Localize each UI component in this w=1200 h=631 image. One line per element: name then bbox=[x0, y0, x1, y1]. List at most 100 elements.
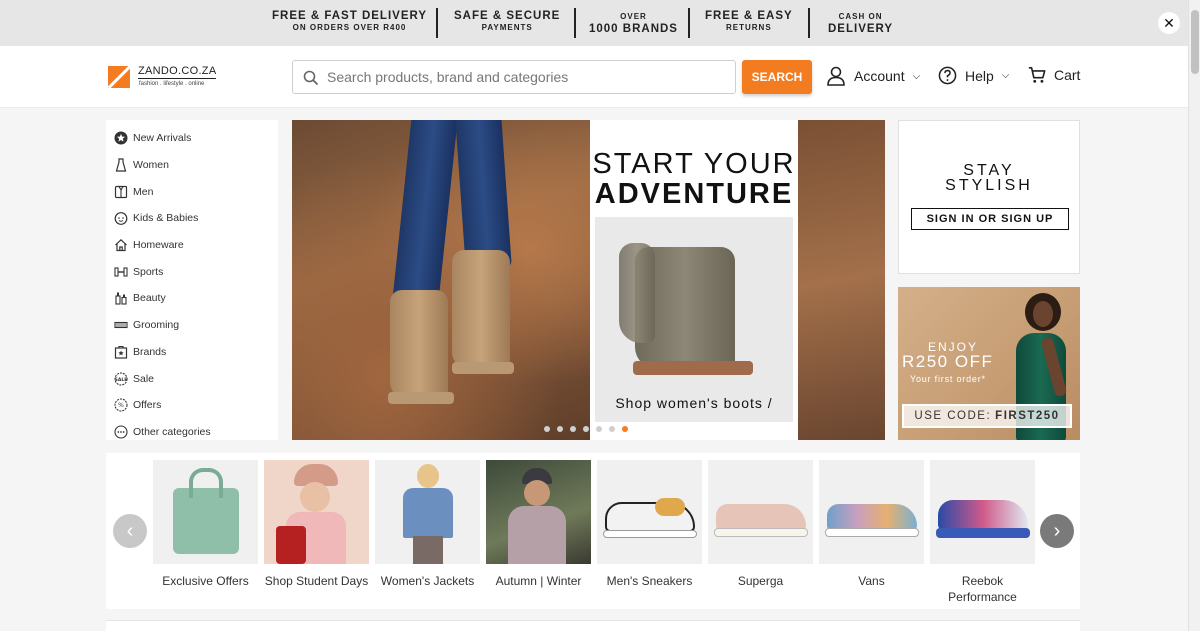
handbag-handle bbox=[189, 468, 223, 498]
category-label: Superga bbox=[737, 574, 784, 588]
category-tile[interactable]: Exclusive Offers bbox=[153, 460, 258, 589]
promo-separator bbox=[436, 8, 438, 38]
promo-separator bbox=[808, 8, 810, 38]
sidebar-item-beauty[interactable]: Beauty bbox=[106, 285, 278, 312]
carousel-dot[interactable] bbox=[596, 426, 602, 432]
hero-cta-link[interactable]: Shop women's boots / bbox=[590, 395, 798, 411]
hero-jeans-right bbox=[454, 120, 512, 272]
sidebar-item-label: Sale bbox=[133, 372, 155, 385]
stay-stylish-title: STAY STYLISH bbox=[899, 163, 1079, 194]
svg-text:SALE: SALE bbox=[115, 377, 128, 383]
category-image-student bbox=[264, 460, 369, 564]
carousel-dot[interactable] bbox=[609, 426, 615, 432]
carousel-dots bbox=[544, 426, 628, 432]
baby-face-icon bbox=[114, 211, 128, 226]
scrollbar-thumb[interactable] bbox=[1191, 10, 1199, 74]
search-input[interactable] bbox=[327, 67, 727, 87]
hero-jeans-left bbox=[391, 120, 459, 312]
dumbbell-icon bbox=[114, 265, 128, 279]
promo-bar: FREE & FAST DELIVERY ON ORDERS OVER R400… bbox=[0, 0, 1188, 46]
stay-stylish-card: STAY STYLISH SIGN IN OR SIGN UP bbox=[898, 120, 1080, 274]
model-face bbox=[524, 480, 550, 506]
carousel-prev-button[interactable]: ‹ bbox=[113, 514, 147, 548]
carousel-dot[interactable] bbox=[622, 426, 628, 432]
sidebar-item-brands[interactable]: Brands bbox=[106, 339, 278, 366]
sidebar-item-label: Brands bbox=[133, 345, 167, 358]
razor-icon bbox=[114, 318, 128, 332]
next-section-edge bbox=[106, 620, 1080, 631]
help-menu[interactable]: Help ⌵ bbox=[938, 66, 1009, 85]
sidebar-item-label: New Arrivals bbox=[133, 132, 192, 145]
sidebar-item-label: Homeware bbox=[133, 239, 184, 252]
category-tile[interactable]: Autumn | Winter bbox=[486, 460, 591, 589]
category-label: Reebok Performance bbox=[948, 574, 1017, 604]
promo-line1: FREE & EASY bbox=[705, 10, 793, 22]
carousel-dot[interactable] bbox=[570, 426, 576, 432]
sidebar-item-women[interactable]: Women bbox=[106, 152, 278, 179]
category-label: Exclusive Offers bbox=[162, 574, 249, 588]
sidebar-item-sale[interactable]: SALE Sale bbox=[106, 365, 278, 392]
sidebar-item-kids-babies[interactable]: Kids & Babies bbox=[106, 205, 278, 232]
model-skirt bbox=[413, 536, 443, 564]
hero-boot-right bbox=[452, 250, 510, 370]
sidebar-item-label: Men bbox=[133, 185, 154, 198]
category-tile[interactable]: Women's Jackets bbox=[375, 460, 480, 589]
hero-image-ground bbox=[798, 120, 885, 440]
category-tile[interactable]: Superga bbox=[708, 460, 813, 589]
sidebar-item-other-categories[interactable]: Other categories bbox=[106, 419, 278, 446]
category-tile[interactable]: Vans bbox=[819, 460, 924, 589]
model-scarf bbox=[508, 506, 566, 564]
category-label: Women's Jackets bbox=[380, 574, 475, 588]
first-order-promo[interactable]: ENJOY R250 OFF Your first order* USE COD… bbox=[898, 287, 1080, 440]
account-label: Account bbox=[854, 68, 905, 84]
sidebar-item-homeware[interactable]: Homeware bbox=[106, 232, 278, 259]
product-boot-back bbox=[619, 243, 655, 343]
page-scrollbar[interactable] bbox=[1188, 0, 1200, 631]
product-boot-front-sole bbox=[633, 361, 753, 375]
search-button[interactable]: SEARCH bbox=[742, 60, 812, 94]
sidebar-item-sports[interactable]: Sports bbox=[106, 258, 278, 285]
promo-separator bbox=[574, 8, 576, 38]
sidebar-item-label: Beauty bbox=[133, 292, 166, 305]
promo-line1: OVER bbox=[620, 12, 647, 21]
cart-label: Cart bbox=[1054, 67, 1081, 83]
chevron-down-icon: ⌵ bbox=[1001, 70, 1010, 81]
red-suitcase bbox=[276, 526, 306, 564]
promo-secure-payments: SAFE & SECURE PAYMENTS bbox=[454, 10, 560, 33]
user-icon bbox=[827, 66, 845, 86]
cart-link[interactable]: Cart bbox=[1028, 66, 1080, 84]
promo-cash-on-delivery: CASH ON DELIVERY bbox=[828, 10, 893, 36]
category-label: Autumn | Winter bbox=[495, 574, 582, 588]
category-tile[interactable]: Shop Student Days bbox=[264, 460, 369, 589]
category-tile[interactable]: Reebok Performance bbox=[930, 460, 1035, 605]
category-image-superga bbox=[708, 460, 813, 564]
carousel-dot[interactable] bbox=[557, 426, 563, 432]
logo-name[interactable]: ZANDO.CO.ZA bbox=[138, 65, 217, 79]
promo-returns: FREE & EASY RETURNS bbox=[705, 10, 793, 33]
hero-title-line2: ADVENTURE bbox=[594, 178, 794, 210]
category-image-vans bbox=[819, 460, 924, 564]
category-tile[interactable]: Men's Sneakers bbox=[597, 460, 702, 589]
sidebar-item-grooming[interactable]: Grooming bbox=[106, 312, 278, 339]
carousel-dot[interactable] bbox=[544, 426, 550, 432]
logo-tagline: fashion . lifestyle . online bbox=[139, 81, 205, 87]
hero-banner[interactable]: START YOUR ADVENTURE Shop women's boots … bbox=[292, 120, 885, 440]
account-menu[interactable]: Account ⌵ bbox=[826, 66, 920, 86]
carousel-next-button[interactable]: › bbox=[1040, 514, 1074, 548]
carousel-dot[interactable] bbox=[583, 426, 589, 432]
category-carousel: ‹ Exclusive Offers Shop Student Days Wom… bbox=[106, 453, 1080, 609]
promo-code: FIRST250 bbox=[995, 410, 1060, 422]
sidebar-item-offers[interactable]: % Offers bbox=[106, 392, 278, 419]
site-header: ZANDO.CO.ZA fashion . lifestyle . online… bbox=[0, 46, 1188, 108]
category-image-handbag bbox=[153, 460, 258, 564]
sidebar-item-label: Other categories bbox=[133, 425, 211, 438]
category-image-reebok bbox=[930, 460, 1035, 564]
close-icon[interactable]: ✕ bbox=[1158, 12, 1180, 34]
sign-in-button[interactable]: SIGN IN OR SIGN UP bbox=[911, 208, 1069, 230]
vans-upper bbox=[827, 504, 917, 530]
sidebar-item-new-arrivals[interactable]: New Arrivals bbox=[106, 125, 278, 152]
sale-badge-icon: SALE bbox=[114, 371, 128, 386]
sidebar-item-men[interactable]: Men bbox=[106, 178, 278, 205]
logo-icon[interactable] bbox=[108, 66, 130, 88]
promo-brands: OVER 1000 BRANDS bbox=[589, 10, 678, 36]
